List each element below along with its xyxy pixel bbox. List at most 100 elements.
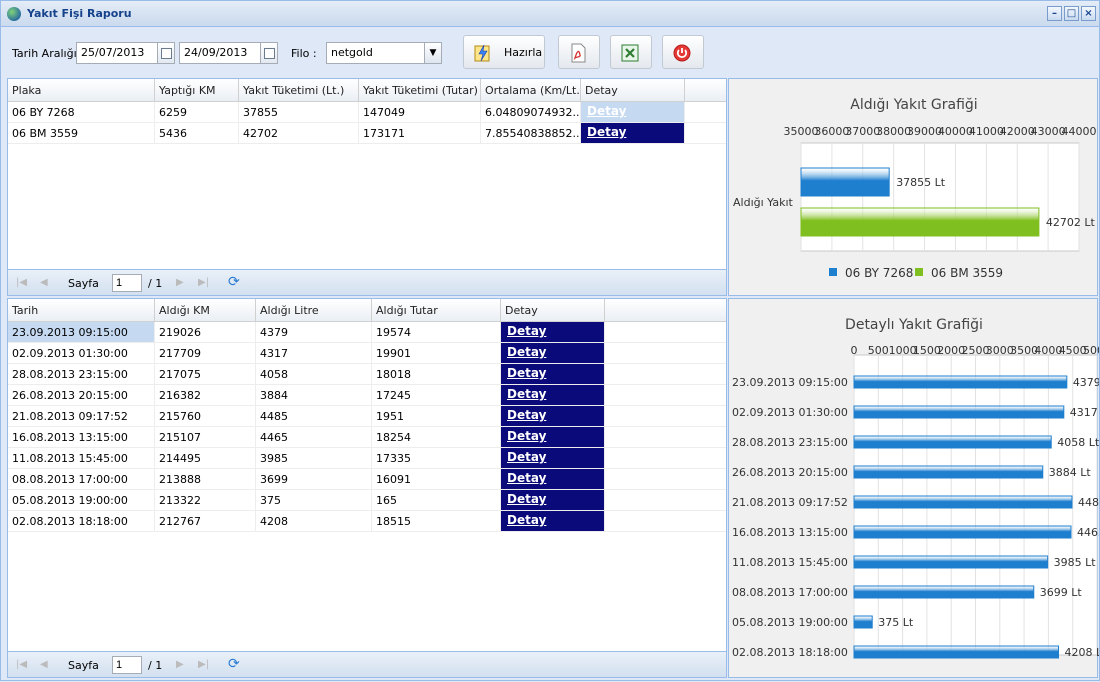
table-row[interactable]: 05.08.2013 19:00:00 213322 375 165 Detay — [8, 490, 726, 511]
table-row[interactable]: 08.08.2013 17:00:00 213888 3699 16091 Detay — [8, 469, 726, 490]
date-cell: 21.08.2013 09:17:52 — [8, 406, 155, 426]
y-category-label: 28.08.2013 23:15:00 — [732, 436, 848, 449]
column-header-detail[interactable]: Detay — [501, 299, 605, 321]
detail-link[interactable]: Detay — [501, 343, 605, 363]
filo-select[interactable]: netgold ▼ — [326, 42, 442, 64]
table-row[interactable]: 28.08.2013 23:15:00 217075 4058 18018 Detay — [8, 364, 726, 385]
last-page-icon[interactable]: ▶| — [198, 277, 209, 288]
date-cell: 11.08.2013 15:45:00 — [8, 448, 155, 468]
x-tick-label: 36000 — [814, 125, 849, 138]
data-label: 375 Lt — [878, 616, 914, 629]
liters-cell: 3699 — [256, 469, 372, 489]
km-cell: 214495 — [155, 448, 256, 468]
detail-link[interactable]: Detay — [501, 490, 605, 510]
detail-link[interactable]: Detay — [501, 511, 605, 531]
column-header-average[interactable]: Ortalama (Km/Lt.) — [481, 79, 581, 101]
detail-link[interactable]: Detay — [501, 427, 605, 447]
x-tick-label: 38000 — [876, 125, 911, 138]
amount-cell: 18515 — [372, 511, 501, 531]
fuel-received-chart: Aldığı Yakıt Grafiği 35000360003700038000… — [733, 97, 1097, 280]
data-label: 4465 Lt — [1077, 526, 1099, 539]
vehicle-summary-grid: Plaka Yaptığı KM Yakıt Tüketimi (Lt.) Ya… — [8, 79, 726, 144]
detail-link[interactable]: Detay — [501, 469, 605, 489]
table-row[interactable]: 26.08.2013 20:15:00 216382 3884 17245 Detay — [8, 385, 726, 406]
maximize-button[interactable]: □ — [1064, 6, 1079, 21]
export-excel-button[interactable] — [610, 35, 652, 69]
y-category-label: 05.08.2013 19:00:00 — [732, 616, 848, 629]
data-label: 4317 Lt — [1070, 406, 1099, 419]
first-page-icon[interactable]: |◀ — [16, 277, 27, 288]
amount-cell: 165 — [372, 490, 501, 510]
prev-page-icon[interactable]: ◀ — [40, 277, 48, 288]
page-input[interactable] — [112, 656, 142, 674]
liters-cell: 4317 — [256, 343, 372, 363]
column-header-plaka[interactable]: Plaka — [8, 79, 155, 101]
detail-link[interactable]: Detay — [501, 322, 605, 342]
table-row[interactable]: 02.09.2013 01:30:00 217709 4317 19901 Detay — [8, 343, 726, 364]
window-title: Yakıt Fişi Raporu — [27, 7, 132, 20]
filo-label: Filo : — [291, 47, 317, 60]
detail-link[interactable]: Detay — [501, 406, 605, 426]
next-page-icon[interactable]: ▶ — [176, 277, 184, 288]
liters-cell: 375 — [256, 490, 372, 510]
column-header-date[interactable]: Tarih — [8, 299, 155, 321]
data-label: 4208 Lt — [1065, 646, 1099, 659]
refresh-icon[interactable]: ⟳ — [228, 656, 240, 672]
table-row[interactable]: 23.09.2013 09:15:00 219026 4379 19574 Detay — [8, 322, 726, 343]
km-cell: 213888 — [155, 469, 256, 489]
data-label: 37855 Lt — [896, 176, 946, 189]
refresh-icon[interactable]: ⟳ — [228, 274, 240, 290]
title-bar[interactable]: Yakıt Fişi Raporu – □ × — [1, 1, 1099, 27]
chart-title: Aldığı Yakıt Grafiği — [850, 97, 977, 113]
minimize-button[interactable]: – — [1047, 6, 1062, 21]
column-header-amount[interactable]: Aldığı Tutar — [372, 299, 501, 321]
column-header-fuel-amount[interactable]: Yakıt Tüketimi (Tutar) — [359, 79, 481, 101]
prepare-button[interactable]: Hazırla — [463, 35, 545, 69]
data-label: 4379 Lt — [1073, 376, 1099, 389]
detail-link[interactable]: Detay — [501, 385, 605, 405]
column-header-liters[interactable]: Aldığı Litre — [256, 299, 372, 321]
liters-cell: 4379 — [256, 322, 372, 342]
detail-link[interactable]: Detay — [501, 364, 605, 384]
detail-link[interactable]: Detay — [501, 448, 605, 468]
date-cell: 08.08.2013 17:00:00 — [8, 469, 155, 489]
column-header-fuel-liters[interactable]: Yakıt Tüketimi (Lt.) — [239, 79, 359, 101]
next-page-icon[interactable]: ▶ — [176, 659, 184, 670]
plaka-cell: 06 BM 3559 — [8, 123, 155, 143]
amount-cell: 17335 — [372, 448, 501, 468]
table-row[interactable]: 06 BY 7268 6259 37855 147049 6.048090749… — [8, 102, 726, 123]
detail-link[interactable]: Detay — [581, 102, 685, 122]
table-row[interactable]: 06 BM 3559 5436 42702 173171 7.855408388… — [8, 123, 726, 144]
table-row[interactable]: 21.08.2013 09:17:52 215760 4485 1951 Detay — [8, 406, 726, 427]
table-row[interactable]: 02.08.2013 18:18:00 212767 4208 18515 Detay — [8, 511, 726, 532]
report-window: Yakıt Fişi Raporu – □ × Tarih Aralığı 25… — [0, 0, 1100, 681]
date-cell: 02.08.2013 18:18:00 — [8, 511, 155, 531]
km-cell: 217075 — [155, 364, 256, 384]
date-to-calendar-icon[interactable] — [261, 42, 278, 64]
close-report-button[interactable] — [662, 35, 704, 69]
data-label: 3985 Lt — [1054, 556, 1097, 569]
first-page-icon[interactable]: |◀ — [16, 659, 27, 670]
table-row[interactable]: 16.08.2013 13:15:00 215107 4465 18254 Detay — [8, 427, 726, 448]
table-row[interactable]: 11.08.2013 15:45:00 214495 3985 17335 Detay — [8, 448, 726, 469]
date-to-field[interactable]: 24/09/2013 — [179, 42, 261, 64]
km-cell: 5436 — [155, 123, 239, 143]
detail-link[interactable]: Detay — [581, 123, 685, 143]
page-input[interactable] — [112, 274, 142, 292]
column-header-detail[interactable]: Detay — [581, 79, 685, 101]
y-category-label: Aldığı Yakıt — [733, 196, 794, 209]
close-button[interactable]: × — [1081, 6, 1096, 21]
column-header-km[interactable]: Aldığı KM — [155, 299, 256, 321]
chevron-down-icon[interactable]: ▼ — [424, 43, 441, 63]
date-from-calendar-icon[interactable] — [158, 42, 175, 64]
last-page-icon[interactable]: ▶| — [198, 659, 209, 670]
date-from-field[interactable]: 25/07/2013 — [76, 42, 158, 64]
date-cell: 26.08.2013 20:15:00 — [8, 385, 155, 405]
column-header-km[interactable]: Yaptığı KM — [155, 79, 239, 101]
x-tick-label: 42000 — [1000, 125, 1035, 138]
export-pdf-button[interactable] — [558, 35, 600, 69]
prev-page-icon[interactable]: ◀ — [40, 659, 48, 670]
km-cell: 215107 — [155, 427, 256, 447]
km-cell: 213322 — [155, 490, 256, 510]
bar — [853, 585, 1035, 599]
